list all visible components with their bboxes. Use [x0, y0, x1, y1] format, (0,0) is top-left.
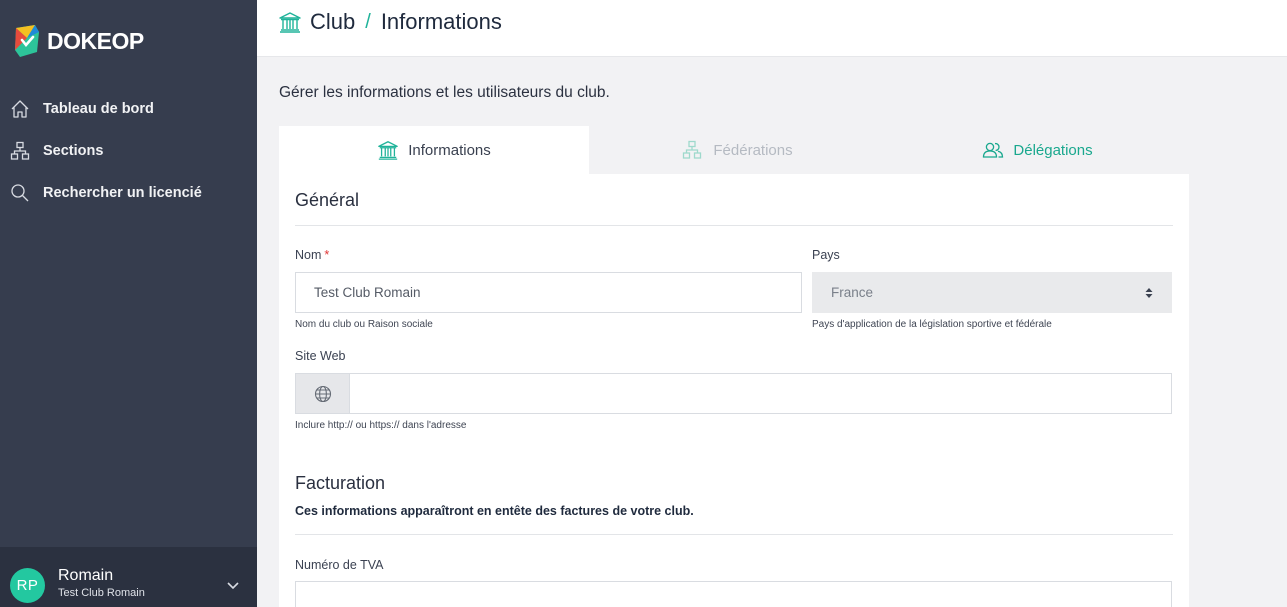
page-title: Informations: [380, 9, 502, 34]
bank-icon: [377, 139, 399, 161]
app-name: DOKEOP: [47, 27, 144, 54]
section-title-facturation: Facturation: [295, 473, 386, 493]
nom-field[interactable]: Test Club Romain: [295, 272, 802, 313]
search-icon: [10, 183, 30, 203]
site-web-field[interactable]: [349, 373, 1172, 414]
pays-select[interactable]: France: [812, 272, 1172, 313]
sidebar-item-label: Tableau de bord: [43, 101, 154, 117]
section-title-general: Général: [295, 190, 360, 210]
breadcrumb-separator: /: [365, 10, 371, 33]
sidebar-item-label: Rechercher un licencié: [43, 185, 202, 201]
dokeop-logo-icon: [15, 25, 39, 57]
tab-federations[interactable]: Fédérations: [589, 126, 886, 174]
nom-label-text: Nom: [295, 248, 322, 262]
divider: [295, 534, 1173, 535]
sidebar: DOKEOP Tableau de bord Sections Recherch…: [0, 0, 257, 607]
app-logo[interactable]: DOKEOP: [13, 24, 144, 58]
nom-help: Nom du club ou Raison sociale: [295, 319, 433, 330]
user-menu[interactable]: RP Romain Test Club Romain: [0, 547, 257, 607]
users-icon: [982, 139, 1004, 161]
page-intro: Gérer les informations et les utilisateu…: [279, 84, 610, 101]
user-name: Romain: [58, 567, 114, 584]
page-header: Club / Informations: [257, 0, 1287, 57]
avatar: RP: [10, 568, 45, 603]
informations-panel: Général Nom * Test Club Romain Nom du clu…: [279, 174, 1189, 607]
tab-bar: Informations Fédérations Délégations: [279, 126, 1189, 174]
sidebar-nav: Tableau de bord Sections Rechercher un l…: [0, 88, 257, 214]
sitemap-icon: [682, 139, 704, 161]
divider: [295, 225, 1173, 226]
tva-label: Numéro de TVA: [295, 558, 384, 572]
home-icon: [10, 99, 30, 119]
nom-label: Nom *: [295, 248, 329, 262]
breadcrumb: Club / Informations: [278, 9, 502, 35]
tab-informations[interactable]: Informations: [279, 126, 589, 174]
pays-help: Pays d'application de la législation spo…: [812, 319, 1052, 330]
facturation-subtitle: Ces informations apparaîtront en entête …: [295, 504, 694, 518]
sidebar-item-search-licencie[interactable]: Rechercher un licencié: [0, 172, 257, 214]
sidebar-item-label: Sections: [43, 143, 104, 159]
sidebar-item-dashboard[interactable]: Tableau de bord: [0, 88, 257, 130]
tab-label: Informations: [408, 141, 491, 159]
tab-label: Délégations: [1013, 141, 1093, 159]
globe-icon: [314, 385, 331, 402]
pays-selected-value: France: [831, 285, 874, 300]
pays-label: Pays: [812, 248, 840, 262]
select-caret-icon: [1145, 288, 1153, 298]
user-club: Test Club Romain: [58, 587, 145, 599]
chevron-down-icon[interactable]: [226, 581, 240, 591]
breadcrumb-club[interactable]: Club: [310, 9, 355, 35]
bank-icon: [279, 12, 301, 33]
globe-addon: [295, 373, 350, 414]
sidebar-item-sections[interactable]: Sections: [0, 130, 257, 172]
tva-field[interactable]: [295, 581, 1172, 607]
tab-label: Fédérations: [713, 141, 793, 159]
sitemap-icon: [10, 141, 30, 161]
site-web-help: Inclure http:// ou https:// dans l'adres…: [295, 420, 467, 431]
required-mark: *: [324, 248, 330, 262]
tab-delegations[interactable]: Délégations: [886, 126, 1189, 174]
site-web-label: Site Web: [295, 349, 346, 363]
